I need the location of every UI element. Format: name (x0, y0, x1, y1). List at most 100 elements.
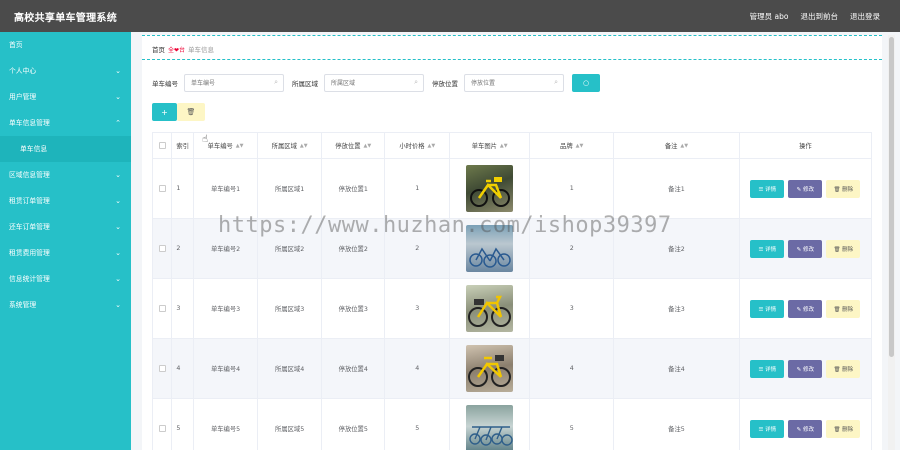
bike-image[interactable] (466, 345, 514, 392)
breadcrumb-home[interactable]: 首页 (152, 44, 165, 54)
sort-icon: ▲▼ (363, 142, 372, 149)
col-price[interactable]: 小时价格 ▲▼ (385, 133, 451, 158)
sidebar-item-profile[interactable]: 个人中心 ⌄ (0, 58, 131, 84)
sidebar-item-system[interactable]: 系统管理 ⌄ (0, 292, 131, 318)
chevron-down-icon: ⌄ (115, 67, 121, 75)
sidebar-item-label: 区域信息管理 (9, 171, 50, 179)
row-checkbox[interactable] (158, 245, 166, 252)
cell-operations: ☰ 详情 ✎ 修改 🗑 删除 (740, 399, 871, 450)
cell-price: 5 (385, 399, 451, 450)
edit-button[interactable]: ✎ 修改 (788, 359, 823, 378)
sidebar-item-bike-info-mgmt[interactable]: 单车信息管理 ⌃ (0, 110, 131, 136)
plus-icon: + (161, 107, 168, 117)
detail-button[interactable]: ☰ 详情 (750, 359, 785, 378)
batch-delete-button[interactable]: 🗑 (177, 103, 205, 121)
cell-brand: 4 (530, 339, 615, 398)
bike-image[interactable] (466, 285, 514, 332)
cell-location: 停放位置5 (322, 399, 386, 450)
bike-table: 索引 单车编号 ▲▼ 所属区域 ▲▼ 停放位置 ▲▼ 小时价格 ▲▼ 单车图片 ▲▼ 品牌… (152, 132, 872, 450)
delete-button[interactable]: 🗑 删除 (826, 359, 861, 378)
chevron-down-icon: ⌄ (115, 275, 121, 283)
sidebar-item-area[interactable]: 区域信息管理 ⌄ (0, 162, 131, 188)
sidebar-item-label: 单车信息管理 (9, 119, 50, 127)
cell-index: 3 (172, 279, 195, 338)
col-area[interactable]: 所属区域 ▲▼ (258, 133, 323, 158)
delete-button[interactable]: 🗑 删除 (826, 239, 861, 258)
col-index: 索引 (172, 133, 195, 158)
sidebar-item-stats[interactable]: 信息统计管理 ⌄ (0, 266, 131, 292)
cell-area: 所属区域3 (258, 279, 323, 338)
sidebar-item-home[interactable]: 首页 (0, 32, 131, 58)
watermark: https://www.huzhan.com/ishop39397 (218, 213, 672, 238)
sidebar: 首页 个人中心 ⌄ 用户管理 ⌄ 单车信息管理 ⌃ 单车信息 区域信息管理 ⌄ 租赁订单… (0, 32, 131, 450)
cell-area: 所属区域4 (258, 339, 323, 398)
detail-button[interactable]: ☰ 详情 (750, 299, 785, 318)
chevron-down-icon: ⌄ (115, 171, 121, 179)
cell-operations: ☰ 详情 ✎ 修改 🗑 删除 (740, 279, 871, 338)
search-icon: ⌕ (274, 78, 278, 86)
edit-button[interactable]: ✎ 修改 (788, 179, 823, 198)
sidebar-item-fees[interactable]: 租赁费用管理 ⌄ (0, 240, 131, 266)
location-input[interactable] (465, 75, 563, 91)
bike-no-input[interactable] (185, 75, 283, 91)
sidebar-item-label: 个人中心 (9, 67, 37, 75)
sidebar-item-label: 租赁费用管理 (9, 249, 50, 257)
edit-button[interactable]: ✎ 修改 (788, 419, 823, 438)
table-row: 5 单车编号5 所属区域5 停放位置5 5 5 备注5 ☰ 详情 ✎ 修改 🗑 … (153, 399, 871, 450)
vertical-scrollbar[interactable] (888, 35, 895, 450)
app-title: 高校共享单车管理系统 (14, 13, 117, 24)
cell-bike-no: 单车编号1 (194, 159, 259, 218)
search-icon: ⌕ (554, 78, 558, 86)
bike-image[interactable] (466, 165, 514, 212)
edit-button[interactable]: ✎ 修改 (788, 239, 823, 258)
delete-button[interactable]: 🗑 删除 (826, 419, 861, 438)
col-location[interactable]: 停放位置 ▲▼ (322, 133, 386, 158)
edit-button[interactable]: ✎ 修改 (788, 299, 823, 318)
sidebar-item-return-orders[interactable]: 还车订单管理 ⌄ (0, 214, 131, 240)
delete-button[interactable]: 🗑 删除 (826, 299, 861, 318)
col-image[interactable]: 单车图片 ▲▼ (450, 133, 531, 158)
sidebar-item-users[interactable]: 用户管理 ⌄ (0, 84, 131, 110)
detail-button[interactable]: ☰ 详情 (750, 179, 785, 198)
row-checkbox[interactable] (158, 305, 166, 312)
sort-icon: ▲▼ (235, 142, 244, 149)
divider (142, 35, 882, 36)
select-all-checkbox[interactable] (158, 142, 166, 149)
chevron-down-icon: ⌄ (115, 301, 121, 309)
sidebar-item-label: 信息统计管理 (9, 275, 50, 283)
chevron-up-icon: ⌃ (115, 119, 121, 127)
cell-note: 备注5 (614, 399, 740, 450)
search-button[interactable]: ○ (572, 74, 600, 92)
detail-button[interactable]: ☰ 详情 (750, 419, 785, 438)
add-button[interactable]: + (152, 103, 177, 121)
area-field: ⌕ (324, 74, 424, 92)
cell-index: 4 (172, 339, 195, 398)
row-checkbox-cell (153, 159, 173, 218)
back-to-front-link[interactable]: 退出到前台 (801, 11, 839, 22)
table-row: 1 单车编号1 所属区域1 停放位置1 1 1 备注1 ☰ 详情 ✎ 修改 🗑 … (153, 159, 871, 219)
col-label: 操作 (799, 143, 812, 150)
col-brand[interactable]: 品牌 ▲▼ (530, 133, 615, 158)
cell-brand: 1 (530, 159, 615, 218)
row-checkbox[interactable] (158, 425, 166, 432)
row-checkbox-cell (153, 339, 173, 398)
cell-index: 1 (172, 159, 195, 218)
delete-button[interactable]: 🗑 删除 (826, 179, 861, 198)
chevron-down-icon: ⌄ (115, 249, 121, 257)
sidebar-item-rent-orders[interactable]: 租赁订单管理 ⌄ (0, 188, 131, 214)
col-note[interactable]: 备注 ▲▼ (614, 133, 740, 158)
sidebar-item-label: 首页 (9, 41, 23, 49)
logout-link[interactable]: 退出登录 (850, 11, 880, 22)
detail-button[interactable]: ☰ 详情 (750, 239, 785, 258)
bike-no-label: 单车编号 (152, 80, 178, 88)
sidebar-item-label: 单车信息 (20, 145, 48, 153)
location-field: ⌕ (464, 74, 564, 92)
sidebar-subitem-bike-info[interactable]: 单车信息 (0, 136, 131, 162)
scrollbar-thumb[interactable] (889, 37, 894, 357)
row-checkbox[interactable] (158, 365, 166, 372)
cell-bike-no: 单车编号4 (194, 339, 259, 398)
bike-image[interactable] (466, 405, 514, 450)
area-input[interactable] (325, 75, 423, 91)
row-checkbox-cell (153, 399, 173, 450)
row-checkbox[interactable] (158, 185, 166, 192)
